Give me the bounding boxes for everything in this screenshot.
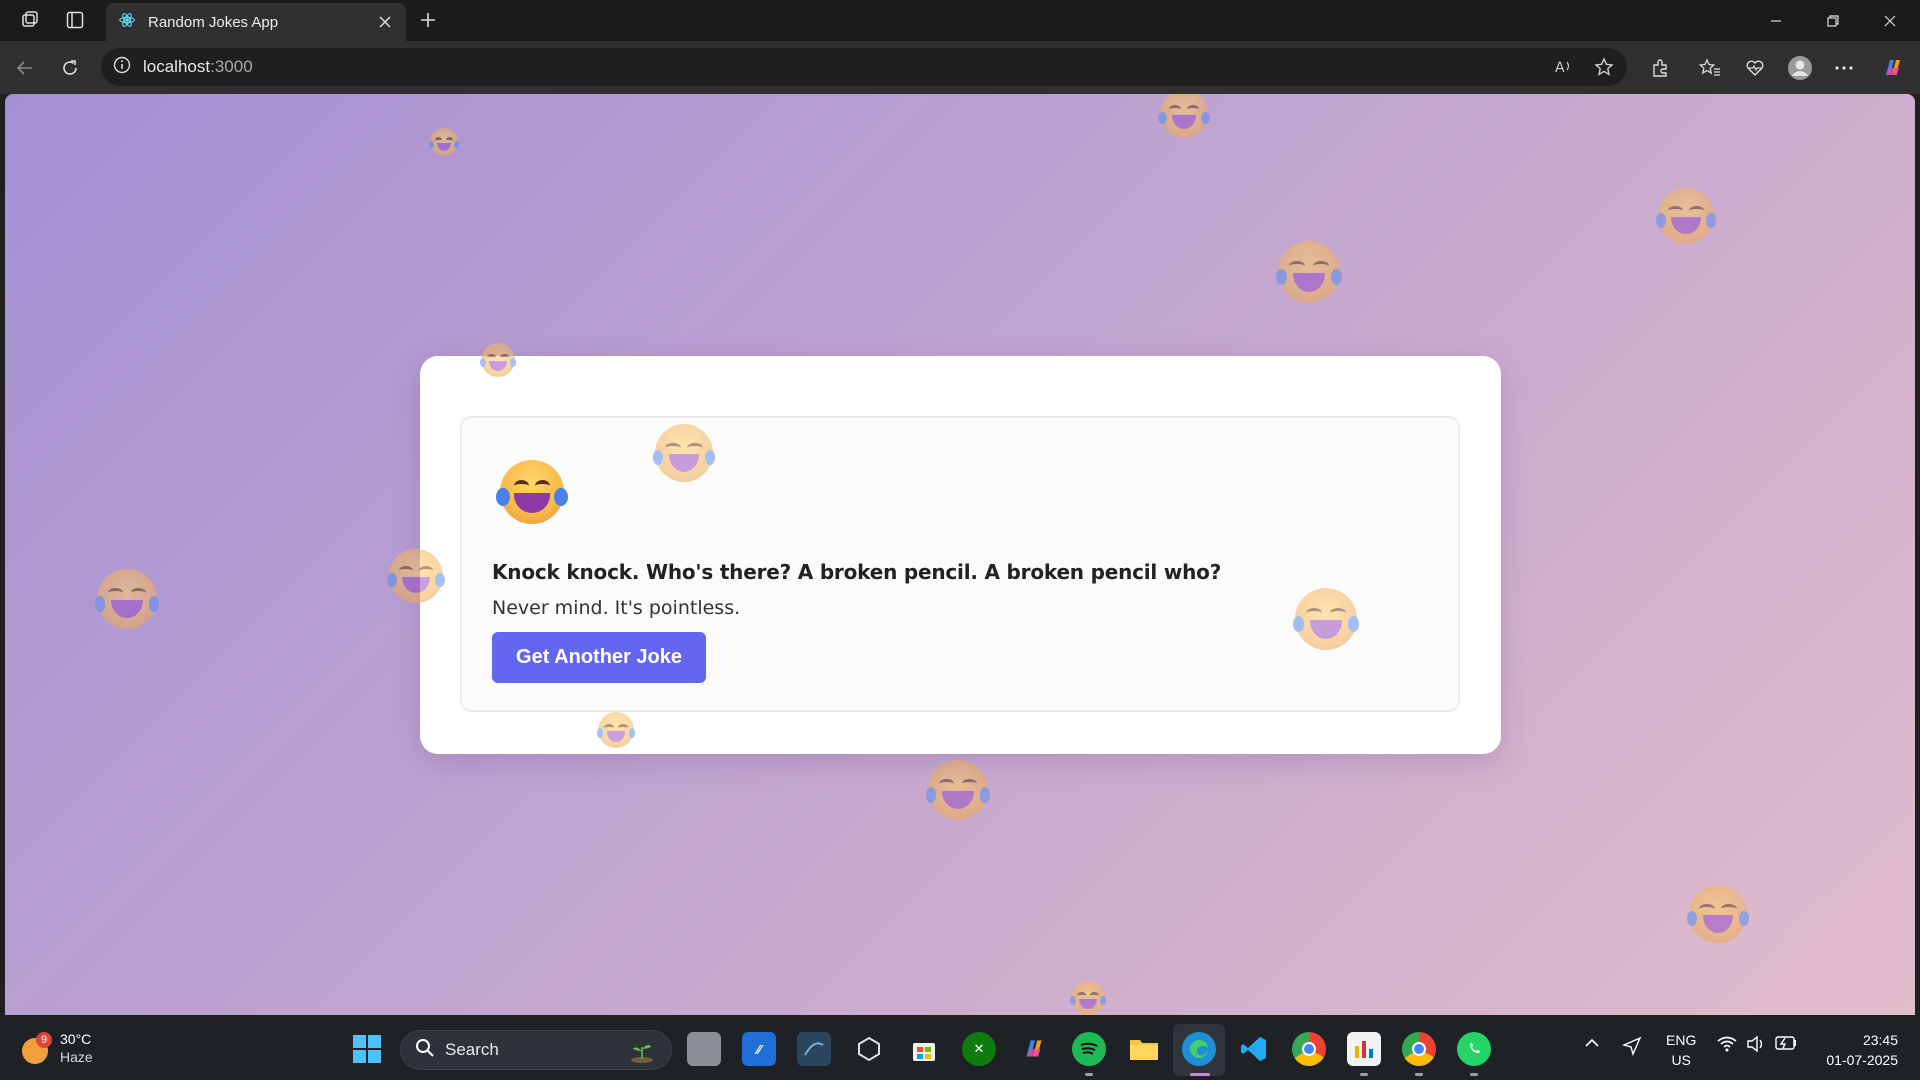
laughing-emoji-icon <box>428 128 460 156</box>
tab-random-jokes-app[interactable]: Random Jokes App <box>106 3 406 41</box>
url-text: localhost:3000 <box>143 57 253 77</box>
file-explorer-icon[interactable] <box>1127 1032 1161 1066</box>
microsoft-store-icon[interactable] <box>907 1032 941 1066</box>
new-tab-button[interactable] <box>414 6 442 34</box>
power-bi-icon[interactable] <box>1347 1032 1381 1066</box>
vscode-icon[interactable] <box>1237 1032 1271 1066</box>
refresh-button[interactable] <box>55 53 85 83</box>
unity-icon[interactable] <box>852 1032 886 1066</box>
laughing-emoji-icon <box>596 712 636 748</box>
browser-tab-bar: Random Jokes App <box>0 0 1920 41</box>
react-icon <box>118 11 136 34</box>
more-options-icon[interactable] <box>1829 53 1859 83</box>
joke-card: Knock knock. Who's there? A broken penci… <box>420 356 1501 754</box>
laughing-emoji-icon <box>386 549 446 603</box>
clock-date: 01-07-2025 <box>1826 1052 1898 1068</box>
svg-text:A: A <box>1555 60 1565 76</box>
active-indicator <box>1190 1073 1210 1076</box>
search-highlight-plant-icon <box>629 1039 655 1068</box>
laughing-emoji-icon <box>479 343 517 377</box>
url-bar[interactable]: localhost:3000 A <box>101 48 1627 86</box>
joke-panel: Knock knock. Who's there? A broken penci… <box>460 416 1460 712</box>
language-indicator[interactable]: ENG US <box>1666 1030 1696 1070</box>
profile-avatar-icon[interactable] <box>1785 53 1815 83</box>
laughing-emoji-icon <box>925 760 991 820</box>
whatsapp-icon[interactable] <box>1457 1032 1491 1066</box>
spotify-icon[interactable] <box>1072 1032 1106 1066</box>
laughing-emoji-icon <box>1069 981 1107 1015</box>
wifi-icon[interactable] <box>1717 1036 1737 1055</box>
weather-haze-icon: 9 <box>20 1032 52 1064</box>
system-clock[interactable]: 23:45 01-07-2025 <box>1826 1030 1898 1070</box>
azure-data-studio-icon[interactable]: ∕∕ <box>742 1032 776 1066</box>
laughing-emoji-icon <box>652 424 716 482</box>
edge-icon[interactable] <box>1182 1032 1216 1066</box>
url-port: :3000 <box>210 57 253 76</box>
url-host: localhost <box>143 57 211 76</box>
volume-icon[interactable] <box>1746 1035 1766 1055</box>
windows-taskbar: 9 30°C Haze Search ∕∕ ✕ ENG US 23:45 01-… <box>0 1020 1920 1080</box>
location-icon[interactable] <box>1621 1036 1642 1059</box>
workspaces-icon[interactable] <box>16 6 44 34</box>
laughing-emoji-icon <box>94 569 160 629</box>
tab-title: Random Jokes App <box>148 13 279 31</box>
chrome-profile-icon[interactable] <box>1402 1032 1436 1066</box>
running-indicator <box>1360 1073 1368 1076</box>
close-tab-icon[interactable] <box>376 13 394 31</box>
laughing-emoji-icon <box>1686 885 1750 943</box>
vertical-tabs-icon[interactable] <box>61 6 89 34</box>
clock-time: 23:45 <box>1862 1032 1898 1048</box>
weather-badge: 9 <box>36 1032 52 1048</box>
mysql-workbench-icon[interactable] <box>797 1032 831 1066</box>
site-info-icon[interactable] <box>113 56 131 79</box>
favorite-star-icon[interactable] <box>1591 54 1617 80</box>
start-button[interactable] <box>350 1032 384 1066</box>
xbox-icon[interactable]: ✕ <box>962 1032 996 1066</box>
browser-essentials-icon[interactable] <box>1740 53 1770 83</box>
minimize-button[interactable] <box>1748 0 1804 41</box>
language: ENG <box>1666 1032 1697 1048</box>
joke-setup: Knock knock. Who's there? A broken penci… <box>492 560 1222 584</box>
temperature: 30°C <box>60 1031 92 1047</box>
close-window-button[interactable] <box>1862 0 1918 41</box>
extensions-icon[interactable] <box>1645 53 1675 83</box>
get-another-joke-button[interactable]: Get Another Joke <box>492 632 706 683</box>
search-label: Search <box>445 1040 499 1059</box>
taskbar-search[interactable]: Search <box>400 1030 672 1070</box>
region: US <box>1671 1052 1691 1068</box>
chrome-icon[interactable] <box>1292 1032 1326 1066</box>
laughing-emoji-icon <box>1655 188 1717 244</box>
search-icon <box>415 1038 435 1063</box>
running-indicator <box>1085 1073 1093 1076</box>
laughing-emoji-icon <box>1158 94 1210 138</box>
task-view-icon[interactable] <box>687 1032 721 1066</box>
address-bar-row: localhost:3000 A <box>0 41 1920 94</box>
weather-widget[interactable]: 9 30°C Haze <box>20 1030 93 1066</box>
battery-icon[interactable] <box>1775 1036 1797 1053</box>
weather-condition: Haze <box>60 1049 93 1065</box>
joke-punchline: Never mind. It's pointless. <box>492 597 741 619</box>
show-hidden-icons-icon[interactable] <box>1584 1036 1600 1052</box>
favorites-icon[interactable] <box>1695 53 1725 83</box>
laughing-face-icon <box>496 460 568 524</box>
read-aloud-icon[interactable]: A <box>1551 54 1577 80</box>
running-indicator <box>1470 1073 1478 1076</box>
laughing-emoji-icon <box>1275 241 1343 303</box>
restore-button[interactable] <box>1805 0 1861 41</box>
back-button[interactable] <box>10 53 40 83</box>
copilot-icon[interactable] <box>1878 53 1908 83</box>
laughing-emoji-icon <box>1292 588 1360 650</box>
running-indicator <box>1415 1073 1423 1076</box>
copilot-app-icon[interactable] <box>1017 1032 1051 1066</box>
app-background: Knock knock. Who's there? A broken penci… <box>5 94 1915 1015</box>
